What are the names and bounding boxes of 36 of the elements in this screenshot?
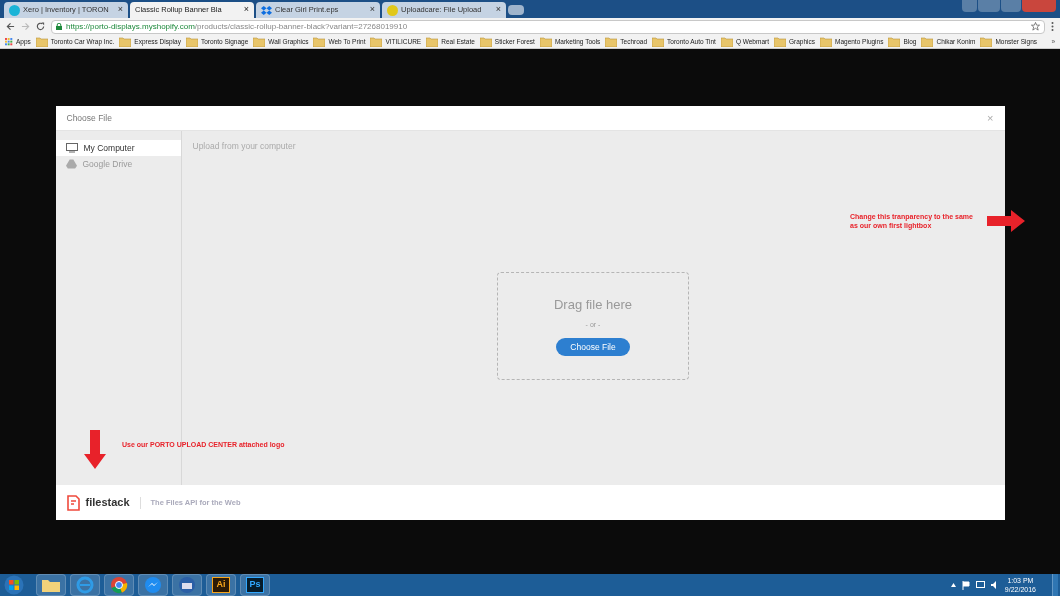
logo-icon bbox=[9, 4, 20, 16]
menu-icon[interactable] bbox=[1051, 22, 1054, 31]
address-bar[interactable]: https://porto-displays.myshopify.com/products/classic-rollup-banner-black?variant=27268019910 bbox=[51, 19, 1045, 34]
star-icon[interactable] bbox=[1031, 22, 1040, 31]
arrow-icon bbox=[84, 430, 106, 469]
monitor-icon bbox=[65, 143, 78, 153]
close-icon[interactable]: × bbox=[117, 3, 123, 17]
logo-icon bbox=[66, 494, 80, 511]
drive-icon bbox=[65, 159, 77, 169]
close-icon[interactable]: × bbox=[369, 3, 375, 17]
app-icon[interactable]: Ai bbox=[206, 574, 236, 596]
reload-icon[interactable] bbox=[36, 22, 45, 31]
start-icon[interactable] bbox=[2, 575, 26, 595]
chevron-up-icon[interactable] bbox=[950, 583, 956, 587]
folder-icon[interactable] bbox=[36, 574, 66, 596]
box-icon bbox=[261, 4, 272, 16]
mail-icon[interactable] bbox=[172, 574, 202, 596]
volume-icon[interactable] bbox=[990, 581, 999, 589]
drop-text: Drag file here bbox=[553, 296, 632, 315]
new-tab-button[interactable] bbox=[508, 5, 524, 15]
browser-icon[interactable] bbox=[104, 574, 134, 596]
flag-icon[interactable] bbox=[961, 580, 970, 590]
network-icon[interactable] bbox=[975, 581, 985, 589]
app-icon[interactable]: Ps bbox=[240, 574, 270, 596]
close-icon[interactable]: × bbox=[495, 3, 501, 17]
close-icon[interactable]: × bbox=[243, 3, 249, 17]
back-icon[interactable] bbox=[6, 22, 15, 31]
arrow-icon bbox=[987, 210, 1025, 232]
lock-icon bbox=[56, 23, 62, 30]
url-text: https://porto-displays.myshopify.com/products/classic-rollup-banner-black?variant=27268019910 bbox=[66, 20, 409, 33]
dialog-title: Choose File bbox=[66, 111, 112, 125]
dot-icon bbox=[387, 4, 398, 16]
choose-file-button[interactable]: Choose File bbox=[556, 338, 630, 357]
source-item[interactable]: My Computer bbox=[55, 140, 181, 156]
brand-name: filestack bbox=[85, 495, 130, 511]
apps-icon bbox=[5, 37, 13, 46]
